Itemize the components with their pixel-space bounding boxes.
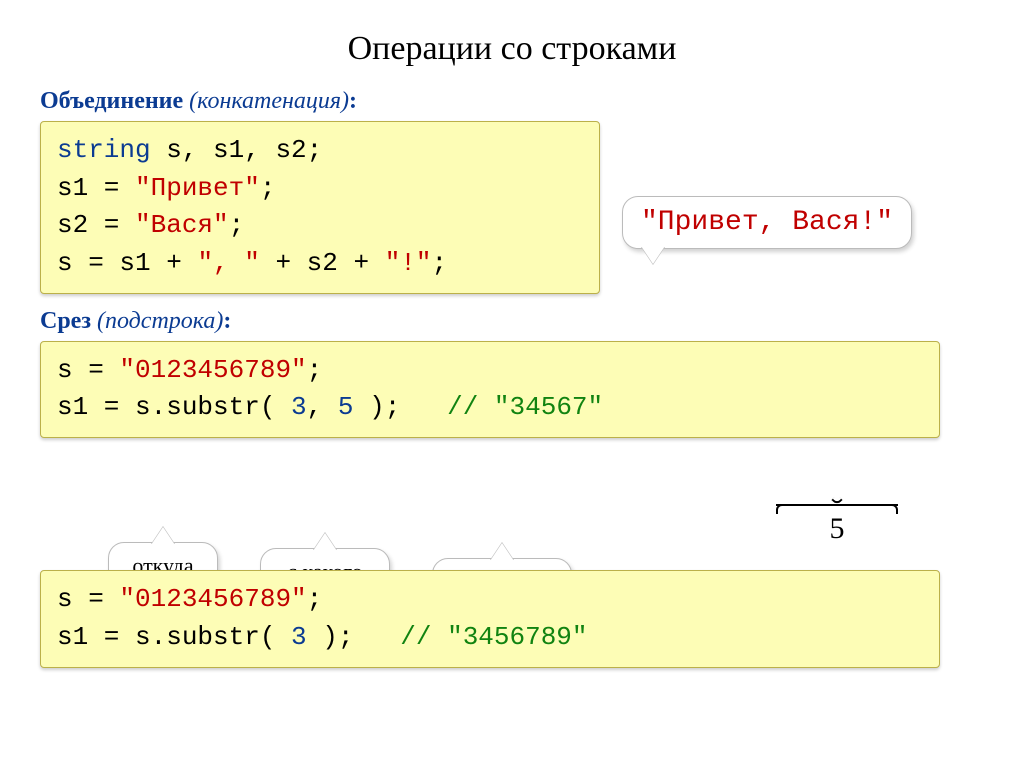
- code-block-2: s = "0123456789"; s1 = s.substr( 3, 5 );…: [40, 341, 940, 438]
- code-block-1: string s, s1, s2; s1 = "Привет"; s2 = "В…: [40, 121, 600, 294]
- c3-l2com: // "3456789": [400, 622, 587, 652]
- c1-l4s1: ", ": [197, 248, 259, 278]
- c3-l1a: s =: [57, 584, 119, 614]
- c1-l4b: + s2 +: [260, 248, 385, 278]
- page-title: Операции со строками: [40, 30, 984, 68]
- c2-l1a: s =: [57, 355, 119, 385]
- sec2-bold: Срез: [40, 308, 91, 334]
- c1-l4c: ;: [432, 248, 448, 278]
- c1-l4a: s = s1 +: [57, 248, 197, 278]
- c3-l2n1: 3: [291, 622, 307, 652]
- c2-l2b: ,: [307, 392, 338, 422]
- c2-l2n2: 5: [338, 392, 354, 422]
- c1-l4s2: "!": [385, 248, 432, 278]
- c2-l2a: s1 = s.substr(: [57, 392, 291, 422]
- c2-l2com: // "34567": [447, 392, 603, 422]
- section-slice: Срез (подстрока):: [40, 308, 984, 335]
- c3-l1b: ;: [307, 584, 323, 614]
- brace-count-5: 5: [776, 504, 898, 546]
- code-block-3: s = "0123456789"; s1 = s.substr( 3 ); //…: [40, 570, 940, 667]
- c3-l2a: s1 = s.substr(: [57, 622, 291, 652]
- section-concat: Объединение (конкатенация):: [40, 88, 984, 115]
- c2-l1b: ;: [307, 355, 323, 385]
- sec1-bold: Объединение: [40, 88, 183, 114]
- c1-l2s: "Привет": [135, 173, 260, 203]
- sec2-italic: (подстрока): [97, 308, 223, 334]
- c3-l1s: "0123456789": [119, 584, 306, 614]
- c2-l2n1: 3: [291, 392, 307, 422]
- c1-l2b: ;: [260, 173, 276, 203]
- c1-l2a: s1 =: [57, 173, 135, 203]
- slide: Операции со строками Объединение (конкат…: [0, 0, 1024, 767]
- c2-l2c: );: [353, 392, 447, 422]
- c1-l1r: s, s1, s2;: [151, 135, 323, 165]
- c1-l3b: ;: [229, 210, 245, 240]
- sec1-colon: :: [349, 88, 357, 114]
- sec2-colon: :: [223, 308, 231, 334]
- callout-vasya-text: "Привет, Вася!": [641, 207, 893, 238]
- callout-result-string: "Привет, Вася!": [622, 196, 912, 249]
- c2-l1s: "0123456789": [119, 355, 306, 385]
- c3-l2b: );: [307, 622, 401, 652]
- brace-label: 5: [776, 512, 898, 546]
- c1-l3s: "Вася": [135, 210, 229, 240]
- kw-string: string: [57, 135, 151, 165]
- c1-l3a: s2 =: [57, 210, 135, 240]
- sec1-italic: (конкатенация): [189, 88, 349, 114]
